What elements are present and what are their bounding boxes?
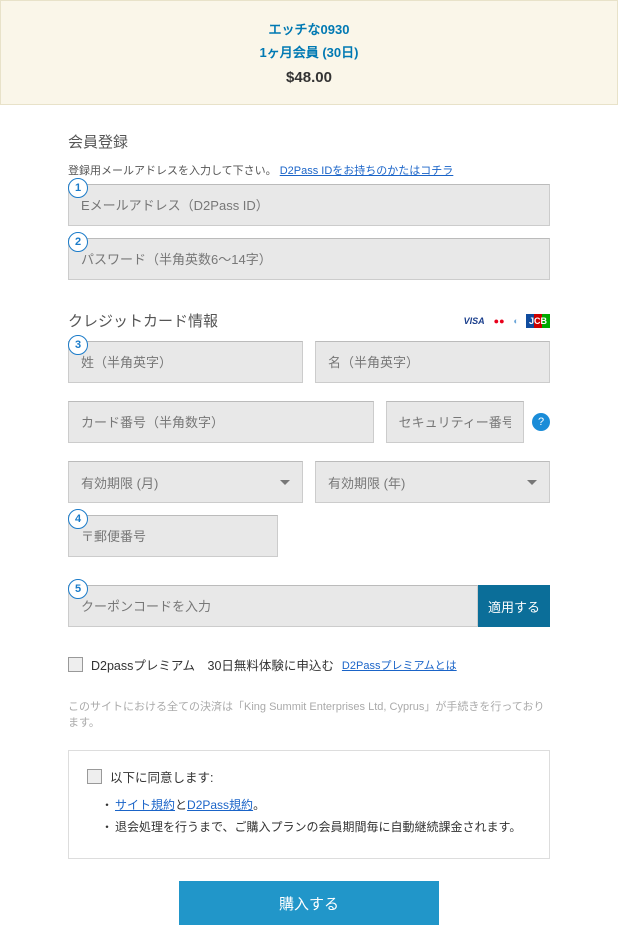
period-text: 。 (253, 798, 265, 812)
cvv-field[interactable] (386, 401, 524, 443)
name-row-wrap: 3 (68, 341, 550, 383)
coupon-field[interactable] (68, 585, 478, 627)
mastercard-icon: ●● (492, 315, 507, 327)
help-text-span: 登録用メールアドレスを入力して下さい。 (68, 165, 277, 177)
existing-id-link[interactable]: D2Pass IDをお持ちのかたはコチラ (280, 165, 454, 177)
coupon-wrap: 5 適用する (68, 585, 550, 627)
chevron-down-icon (280, 480, 290, 485)
jcb-icon: JCB (526, 314, 550, 328)
agree-checkbox[interactable] (87, 769, 102, 784)
premium-row: D2passプレミアム 30日無料体験に申込む D2Passプレミアムとは (68, 655, 550, 674)
product-header: エッチな0930 1ヶ月会員 (30日) $48.00 (0, 0, 618, 105)
firstname-field[interactable] (315, 341, 550, 383)
site-terms-link[interactable]: サイト規約 (115, 798, 175, 812)
zip-field-wrap: 4 (68, 515, 278, 557)
cvv-info-icon[interactable]: ? (532, 413, 550, 431)
registration-help: 登録用メールアドレスを入力して下さい。 D2Pass IDをお持ちのかたはコチラ (68, 162, 550, 178)
premium-checkbox[interactable] (68, 657, 83, 672)
registration-title: 会員登録 (68, 131, 550, 152)
expiry-row: 有効期限 (月) 有効期限 (年) (68, 461, 550, 503)
card-logos: VISA ●● ◐ JCB (462, 314, 550, 328)
expiry-year-label: 有効期限 (年) (328, 473, 405, 492)
password-field[interactable] (68, 238, 550, 280)
purchase-button[interactable]: 購入する (179, 881, 439, 925)
email-field-wrap: 1 (68, 184, 550, 226)
apply-coupon-button[interactable]: 適用する (478, 585, 550, 627)
and-text: と (175, 798, 187, 812)
card-title: クレジットカード情報 (68, 310, 218, 331)
expiry-month-label: 有効期限 (月) (81, 473, 158, 492)
premium-label: D2passプレミアム 30日無料体験に申込む (91, 655, 334, 674)
payment-disclaimer: このサイトにおける全ての決済は「King Summit Enterprises … (68, 698, 550, 730)
email-field[interactable] (68, 184, 550, 226)
badge-1: 1 (68, 178, 88, 198)
terms-line-2: 退会処理を行うまで、ご購入プランの会員期間毎に自動継続課金されます。 (115, 818, 531, 835)
badge-4: 4 (68, 509, 88, 529)
diners-icon: ◐ (512, 315, 521, 327)
card-number-row: ? (68, 401, 550, 443)
terms-line-1: サイト規約とD2Pass規約。 (115, 796, 531, 813)
chevron-down-icon (527, 480, 537, 485)
product-title: エッチな0930 (13, 19, 605, 38)
premium-info-link[interactable]: D2Passプレミアムとは (342, 657, 457, 673)
card-section-head: クレジットカード情報 VISA ●● ◐ JCB (68, 310, 550, 331)
expiry-month-select[interactable]: 有効期限 (月) (68, 461, 303, 503)
terms-box: 以下に同意します: サイト規約とD2Pass規約。 退会処理を行うまで、ご購入プ… (68, 750, 550, 859)
lastname-field[interactable] (68, 341, 303, 383)
agree-label: 以下に同意します: (110, 767, 213, 786)
expiry-year-select[interactable]: 有効期限 (年) (315, 461, 550, 503)
card-number-field[interactable] (68, 401, 374, 443)
zip-field[interactable] (68, 515, 278, 557)
product-plan: 1ヶ月会員 (30日) (13, 42, 605, 61)
product-price: $48.00 (13, 69, 605, 86)
d2pass-terms-link[interactable]: D2Pass規約 (187, 798, 253, 812)
password-field-wrap: 2 (68, 238, 550, 280)
badge-2: 2 (68, 232, 88, 252)
badge-5: 5 (68, 579, 88, 599)
badge-3: 3 (68, 335, 88, 355)
visa-icon: VISA (462, 315, 487, 327)
